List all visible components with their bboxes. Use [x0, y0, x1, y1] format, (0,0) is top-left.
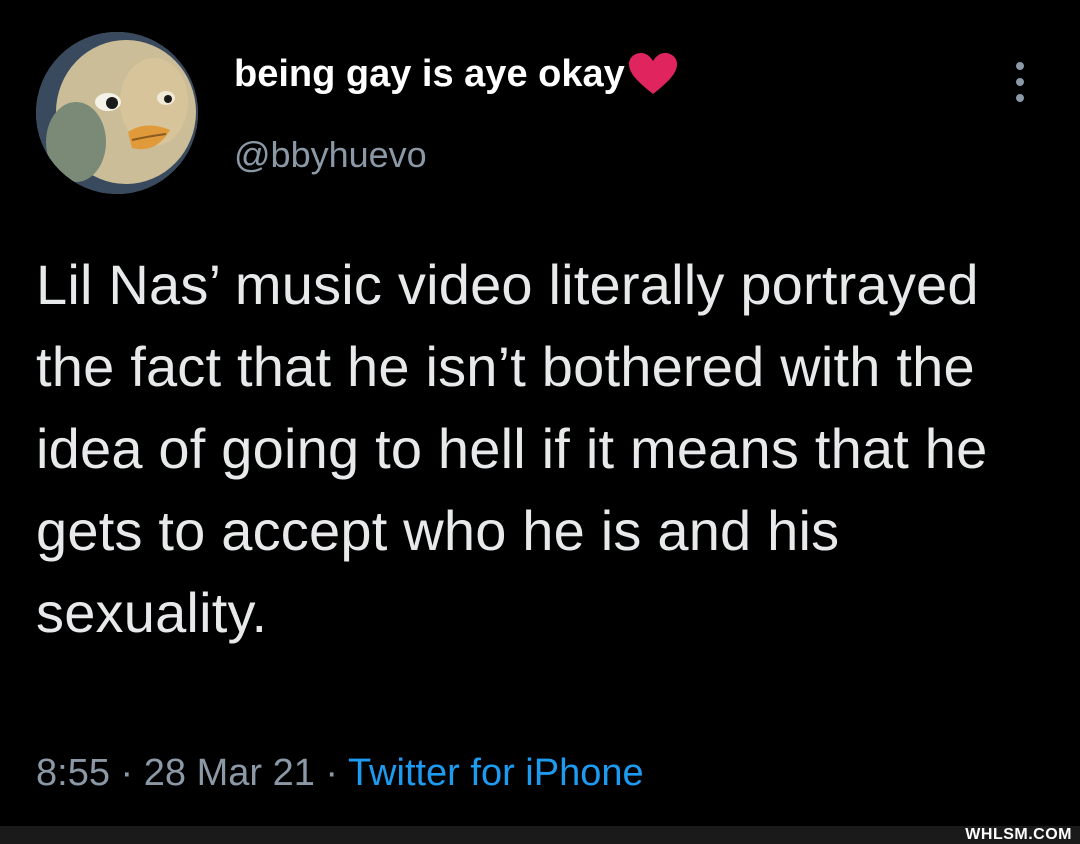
more-dot-icon [1016, 94, 1024, 102]
tweet-card: being gay is aye okay @bbyhuevo Lil Nas’… [0, 0, 1080, 826]
tweet-source-link[interactable]: Twitter for iPhone [348, 752, 644, 794]
display-name-text: being gay is aye okay [234, 52, 625, 95]
avatar-duck-image [36, 32, 198, 194]
meta-separator: · [120, 752, 144, 794]
display-name[interactable]: being gay is aye okay [234, 52, 679, 96]
user-handle[interactable]: @bbyhuevo [234, 134, 427, 176]
footer-bar [0, 826, 1080, 844]
avatar[interactable] [36, 32, 198, 194]
watermark: WHLSM.COM [965, 826, 1072, 843]
meta-separator: · [325, 752, 348, 794]
more-options-button[interactable] [1000, 62, 1040, 102]
tweet-text: Lil Nas’ music video literally portrayed… [36, 253, 988, 644]
tweet-date[interactable]: 28 Mar 21 [144, 752, 315, 794]
more-dot-icon [1016, 78, 1024, 86]
more-dot-icon [1016, 62, 1024, 70]
tweet-meta: 8:55 · 28 Mar 21 · Twitter for iPhone [36, 752, 644, 795]
tweet-time[interactable]: 8:55 [36, 752, 110, 794]
red-heart-icon [628, 53, 677, 94]
